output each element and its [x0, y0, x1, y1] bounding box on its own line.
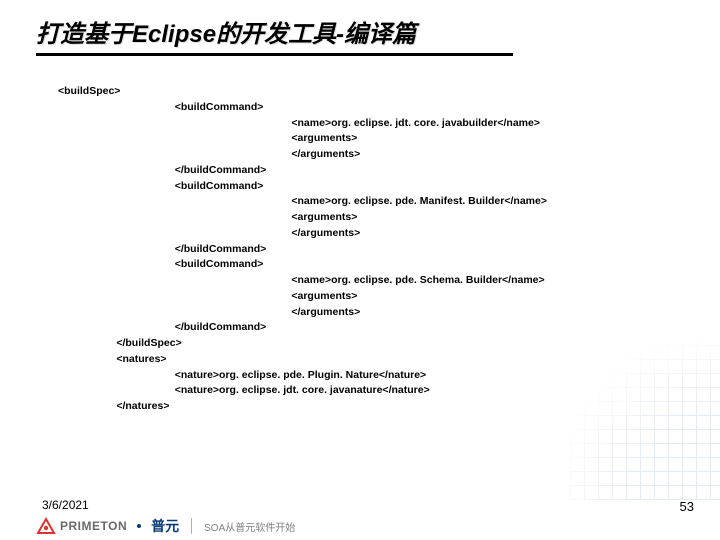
logo-separator-dot: [137, 524, 141, 528]
primeton-logo-text: PRIMETON: [60, 519, 127, 533]
footer-tagline: SOA从普元软件开始: [204, 519, 295, 534]
footer-date: 3/6/2021: [42, 498, 89, 512]
primeton-logo-icon: [36, 517, 56, 535]
footer-logo-area: PRIMETON 普元 SOA从普元软件开始: [36, 516, 295, 536]
page-number: 53: [680, 499, 694, 514]
slide-title: 打造基于Eclipse的开发工具-编译篇: [0, 0, 720, 53]
xml-code-block: <buildSpec> <buildCommand> <name>org. ec…: [0, 56, 720, 415]
slide-footer: 3/6/2021 53 PRIMETON 普元 SOA从普元软件开始: [0, 492, 720, 540]
primeton-cjk-logo: 普元: [151, 516, 179, 536]
footer-divider: [191, 518, 192, 534]
